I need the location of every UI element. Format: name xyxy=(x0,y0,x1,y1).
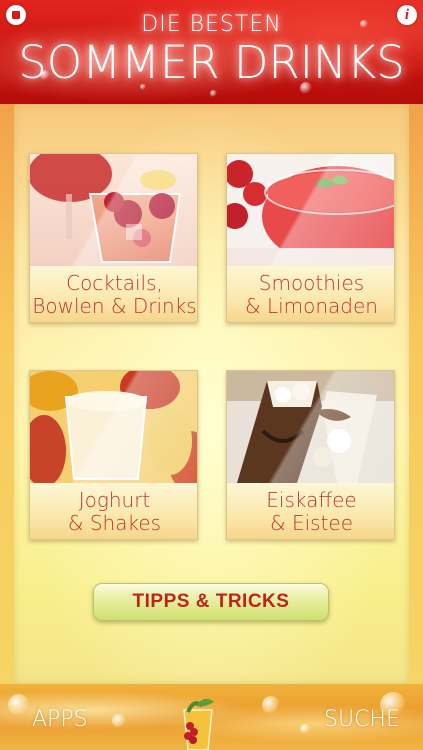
tile-gloss xyxy=(30,371,197,483)
tile-gloss xyxy=(30,154,197,266)
tile-label: Eiskaffee & Eistee xyxy=(227,483,394,539)
frame-left xyxy=(0,104,14,684)
tile-label: Joghurt & Shakes xyxy=(30,483,197,539)
drop-decoration xyxy=(300,724,310,734)
tile-label-line2: Bowlen & Drinks xyxy=(32,294,197,318)
category-tile-cocktails[interactable]: Cocktails, Bowlen & Drinks xyxy=(29,153,198,323)
tile-label: Cocktails, Bowlen & Drinks xyxy=(30,266,197,322)
drop-decoration xyxy=(8,694,30,716)
tile-label-line2: & Limonaden xyxy=(245,294,378,318)
search-button[interactable]: SUCHE xyxy=(324,707,400,732)
info-glyph: i xyxy=(404,6,410,23)
tile-gloss xyxy=(227,154,394,266)
tile-label-line1: Cocktails, xyxy=(66,271,163,295)
stop-square-icon[interactable] xyxy=(6,5,26,25)
frame-right xyxy=(409,104,423,684)
apps-button[interactable]: APPS xyxy=(32,707,88,732)
tile-label-line1: Smoothies xyxy=(258,271,365,295)
tile-label-line1: Eiskaffee xyxy=(266,488,357,512)
fruit-drink-icon xyxy=(183,698,214,750)
tips-tricks-button[interactable]: TIPPS & TRICKS xyxy=(93,583,329,621)
drop-decoration xyxy=(262,696,280,714)
tile-gloss xyxy=(227,371,394,483)
tile-label-line2: & Eistee xyxy=(269,511,354,535)
app-title-top: DIE BESTEN xyxy=(141,12,282,37)
drop-decoration xyxy=(112,714,126,728)
app-title-main: SOMMER DRINKS xyxy=(18,36,405,89)
category-tile-eiskaffee[interactable]: Eiskaffee & Eistee xyxy=(226,370,395,540)
category-tile-joghurt[interactable]: Joghurt & Shakes xyxy=(29,370,198,540)
tile-label-line2: & Shakes xyxy=(67,511,162,535)
info-icon[interactable]: i xyxy=(397,5,417,25)
tile-label: Smoothies & Limonaden xyxy=(227,266,394,322)
category-tile-smoothies[interactable]: Smoothies & Limonaden xyxy=(226,153,395,323)
tile-label-line1: Joghurt xyxy=(78,488,151,512)
bubble-decoration xyxy=(210,90,217,97)
app-header: DIE BESTEN SOMMER DRINKS i xyxy=(0,0,423,104)
square-glyph xyxy=(12,11,20,19)
